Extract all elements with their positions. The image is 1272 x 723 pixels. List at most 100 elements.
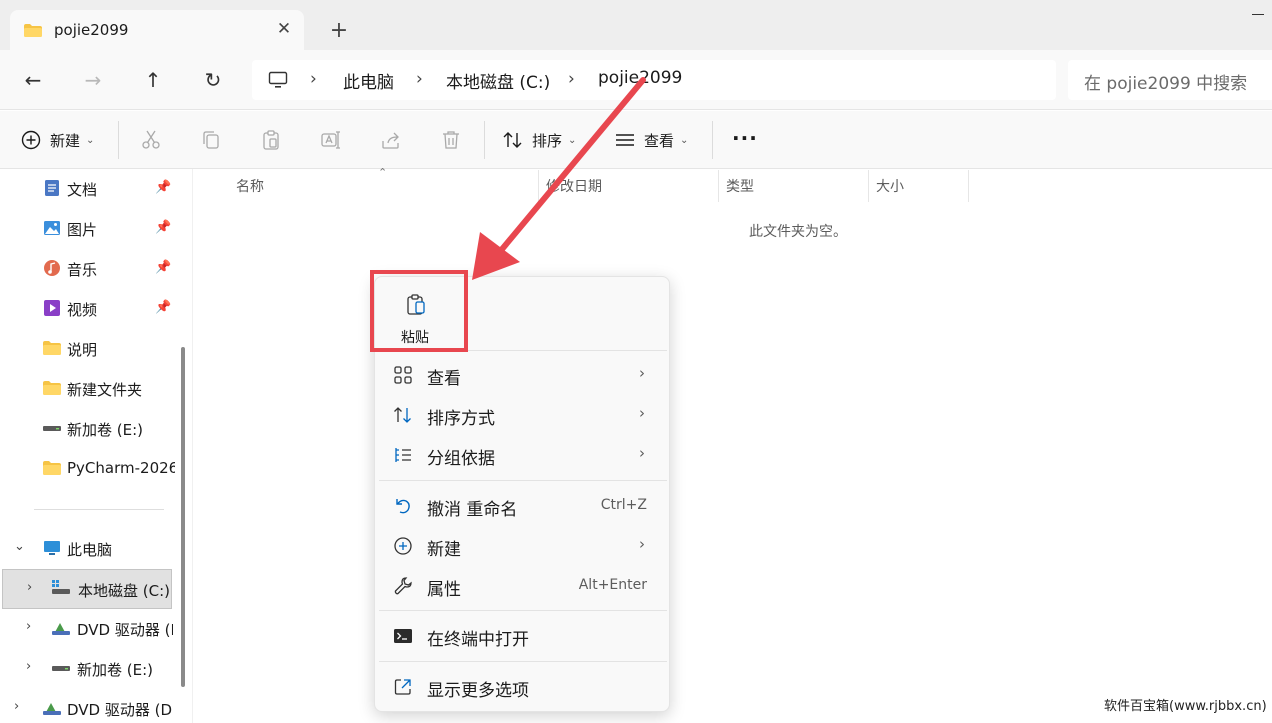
pin-icon: 📌 [155,180,172,195]
chevron-right-icon[interactable]: › [14,699,19,714]
sidebar-item-label: 视频 [67,301,98,319]
menu-item-label: 分组依据 [427,449,495,469]
view-list-icon [616,134,634,146]
chevron-right-icon[interactable]: › [26,619,31,634]
forward-button[interactable]: → [78,65,108,95]
sidebar-item-folder-pycharm[interactable]: PyCharm-2026 [0,449,175,489]
minimize-icon[interactable] [1252,14,1264,15]
sidebar-scrollbar[interactable] [181,347,185,687]
folder-icon [24,24,42,37]
terminal-icon [394,629,412,643]
menu-item-show-more-options[interactable]: 显示更多选项 [381,668,665,706]
folder-icon [43,461,61,475]
plus-circle-icon [21,130,41,150]
menu-item-sort-by[interactable]: 排序方式 › [381,396,665,434]
column-header-type[interactable]: 类型 [726,176,754,196]
folder-icon [43,381,61,395]
new-tab-button[interactable]: + [326,18,352,44]
menu-item-label: 属性 [427,580,461,600]
menu-item-properties[interactable]: 属性 Alt+Enter [381,567,665,605]
copy-icon[interactable] [200,129,222,151]
search-box[interactable]: 在 pojie2099 中搜索 [1068,60,1272,100]
pin-icon: 📌 [155,220,172,235]
pane-divider [192,169,193,723]
sidebar-divider [34,509,164,510]
address-bar[interactable]: › 此电脑 › 本地磁盘 (C:) › pojie2099 [252,60,1056,100]
computer-icon [44,541,60,555]
chevron-right-icon[interactable]: › [27,580,32,595]
share-icon[interactable] [380,129,402,151]
drive-icon [43,426,61,431]
paste-icon[interactable] [260,129,282,151]
menu-separator [379,661,667,662]
sidebar-item-this-pc[interactable]: ⌄ 此电脑 [0,529,175,569]
new-button[interactable]: 新建 ⌄ [20,125,94,155]
menu-separator [379,480,667,481]
menu-item-undo-rename[interactable]: 撤消 重命名 Ctrl+Z [381,487,665,525]
sidebar-item-label: 音乐 [67,261,98,279]
column-header-modified[interactable]: 修改日期 [546,176,602,196]
sidebar-item-music[interactable]: 音乐 📌 [0,249,175,289]
column-divider[interactable] [868,170,869,202]
sidebar-item-label: PyCharm-2026 [67,459,175,477]
shortcut-text: Ctrl+Z [600,497,647,513]
sidebar-item-dvd-drive-root[interactable]: › DVD 驱动器 (D: [0,689,175,723]
sort-icon [503,132,522,148]
breadcrumb-local-disk[interactable]: 本地磁盘 (C:) [446,68,550,93]
divider [118,121,119,159]
sidebar-item-volume-e[interactable]: 新加卷 (E:) [0,409,175,449]
menu-item-group-by[interactable]: 分组依据 › [381,436,665,474]
tab-title: pojie2099 [54,21,129,39]
sort-label: 排序 [532,131,563,150]
system-drive-icon [52,580,70,594]
up-button[interactable]: ↑ [138,65,168,95]
group-list-icon [395,448,411,462]
column-divider[interactable] [718,170,719,202]
column-divider[interactable] [968,170,969,202]
refresh-button[interactable]: ↻ [198,65,228,95]
annotation-highlight-box [370,270,468,352]
column-header-name[interactable]: 名称 [236,176,264,196]
plus-circle-icon [394,537,412,555]
chevron-right-icon: › [639,444,645,462]
sidebar-item-folder-shuoming[interactable]: 说明 [0,329,175,369]
pin-icon: 📌 [155,260,172,275]
breadcrumb-this-pc[interactable]: 此电脑 [343,68,394,93]
back-button[interactable]: ← [18,65,48,95]
column-divider[interactable] [538,170,539,202]
chevron-right-icon: › [639,404,645,422]
chevron-right-icon: › [639,535,645,553]
more-options-icon[interactable]: ··· [732,125,757,155]
sidebar-item-folder-new[interactable]: 新建文件夹 [0,369,175,409]
menu-item-new[interactable]: 新建 › [381,527,665,565]
search-placeholder: 在 pojie2099 中搜索 [1084,74,1248,94]
breadcrumb-separator-icon: › [568,69,575,89]
folder-icon [43,341,61,355]
view-button[interactable]: 查看 ⌄ [614,125,688,155]
sidebar-item-documents[interactable]: 文档 📌 [0,169,175,209]
music-icon [44,260,60,276]
tab-pojie2099[interactable]: pojie2099 ✕ [10,10,304,50]
close-icon[interactable]: ✕ [274,19,294,39]
divider [484,121,485,159]
breadcrumb-current-folder[interactable]: pojie2099 [598,68,682,88]
cut-icon[interactable] [140,129,162,151]
chevron-down-icon[interactable]: ⌄ [14,539,25,554]
sort-button[interactable]: 排序 ⌄ [502,125,576,155]
menu-item-open-in-terminal[interactable]: 在终端中打开 [381,617,665,655]
sidebar-item-label: DVD 驱动器 (D: [67,701,173,719]
chevron-right-icon[interactable]: › [26,659,31,674]
pin-icon: 📌 [155,300,172,315]
menu-item-view[interactable]: 查看 › [381,356,665,394]
sidebar-item-label: 图片 [67,221,98,239]
sidebar-item-pictures[interactable]: 图片 📌 [0,209,175,249]
column-header-size[interactable]: 大小 [876,176,904,196]
rename-icon[interactable] [320,129,342,151]
sidebar-item-volume-e-tree[interactable]: › 新加卷 (E:) [0,649,175,689]
sidebar-item-local-disk-c[interactable]: › 本地磁盘 (C:) [2,569,172,609]
sidebar-item-dvd-drive[interactable]: › DVD 驱动器 (D [0,609,175,649]
chevron-right-icon: › [639,364,645,382]
sidebar-item-videos[interactable]: 视频 📌 [0,289,175,329]
sidebar-item-label: 新建文件夹 [67,381,143,399]
delete-icon[interactable] [440,129,462,151]
